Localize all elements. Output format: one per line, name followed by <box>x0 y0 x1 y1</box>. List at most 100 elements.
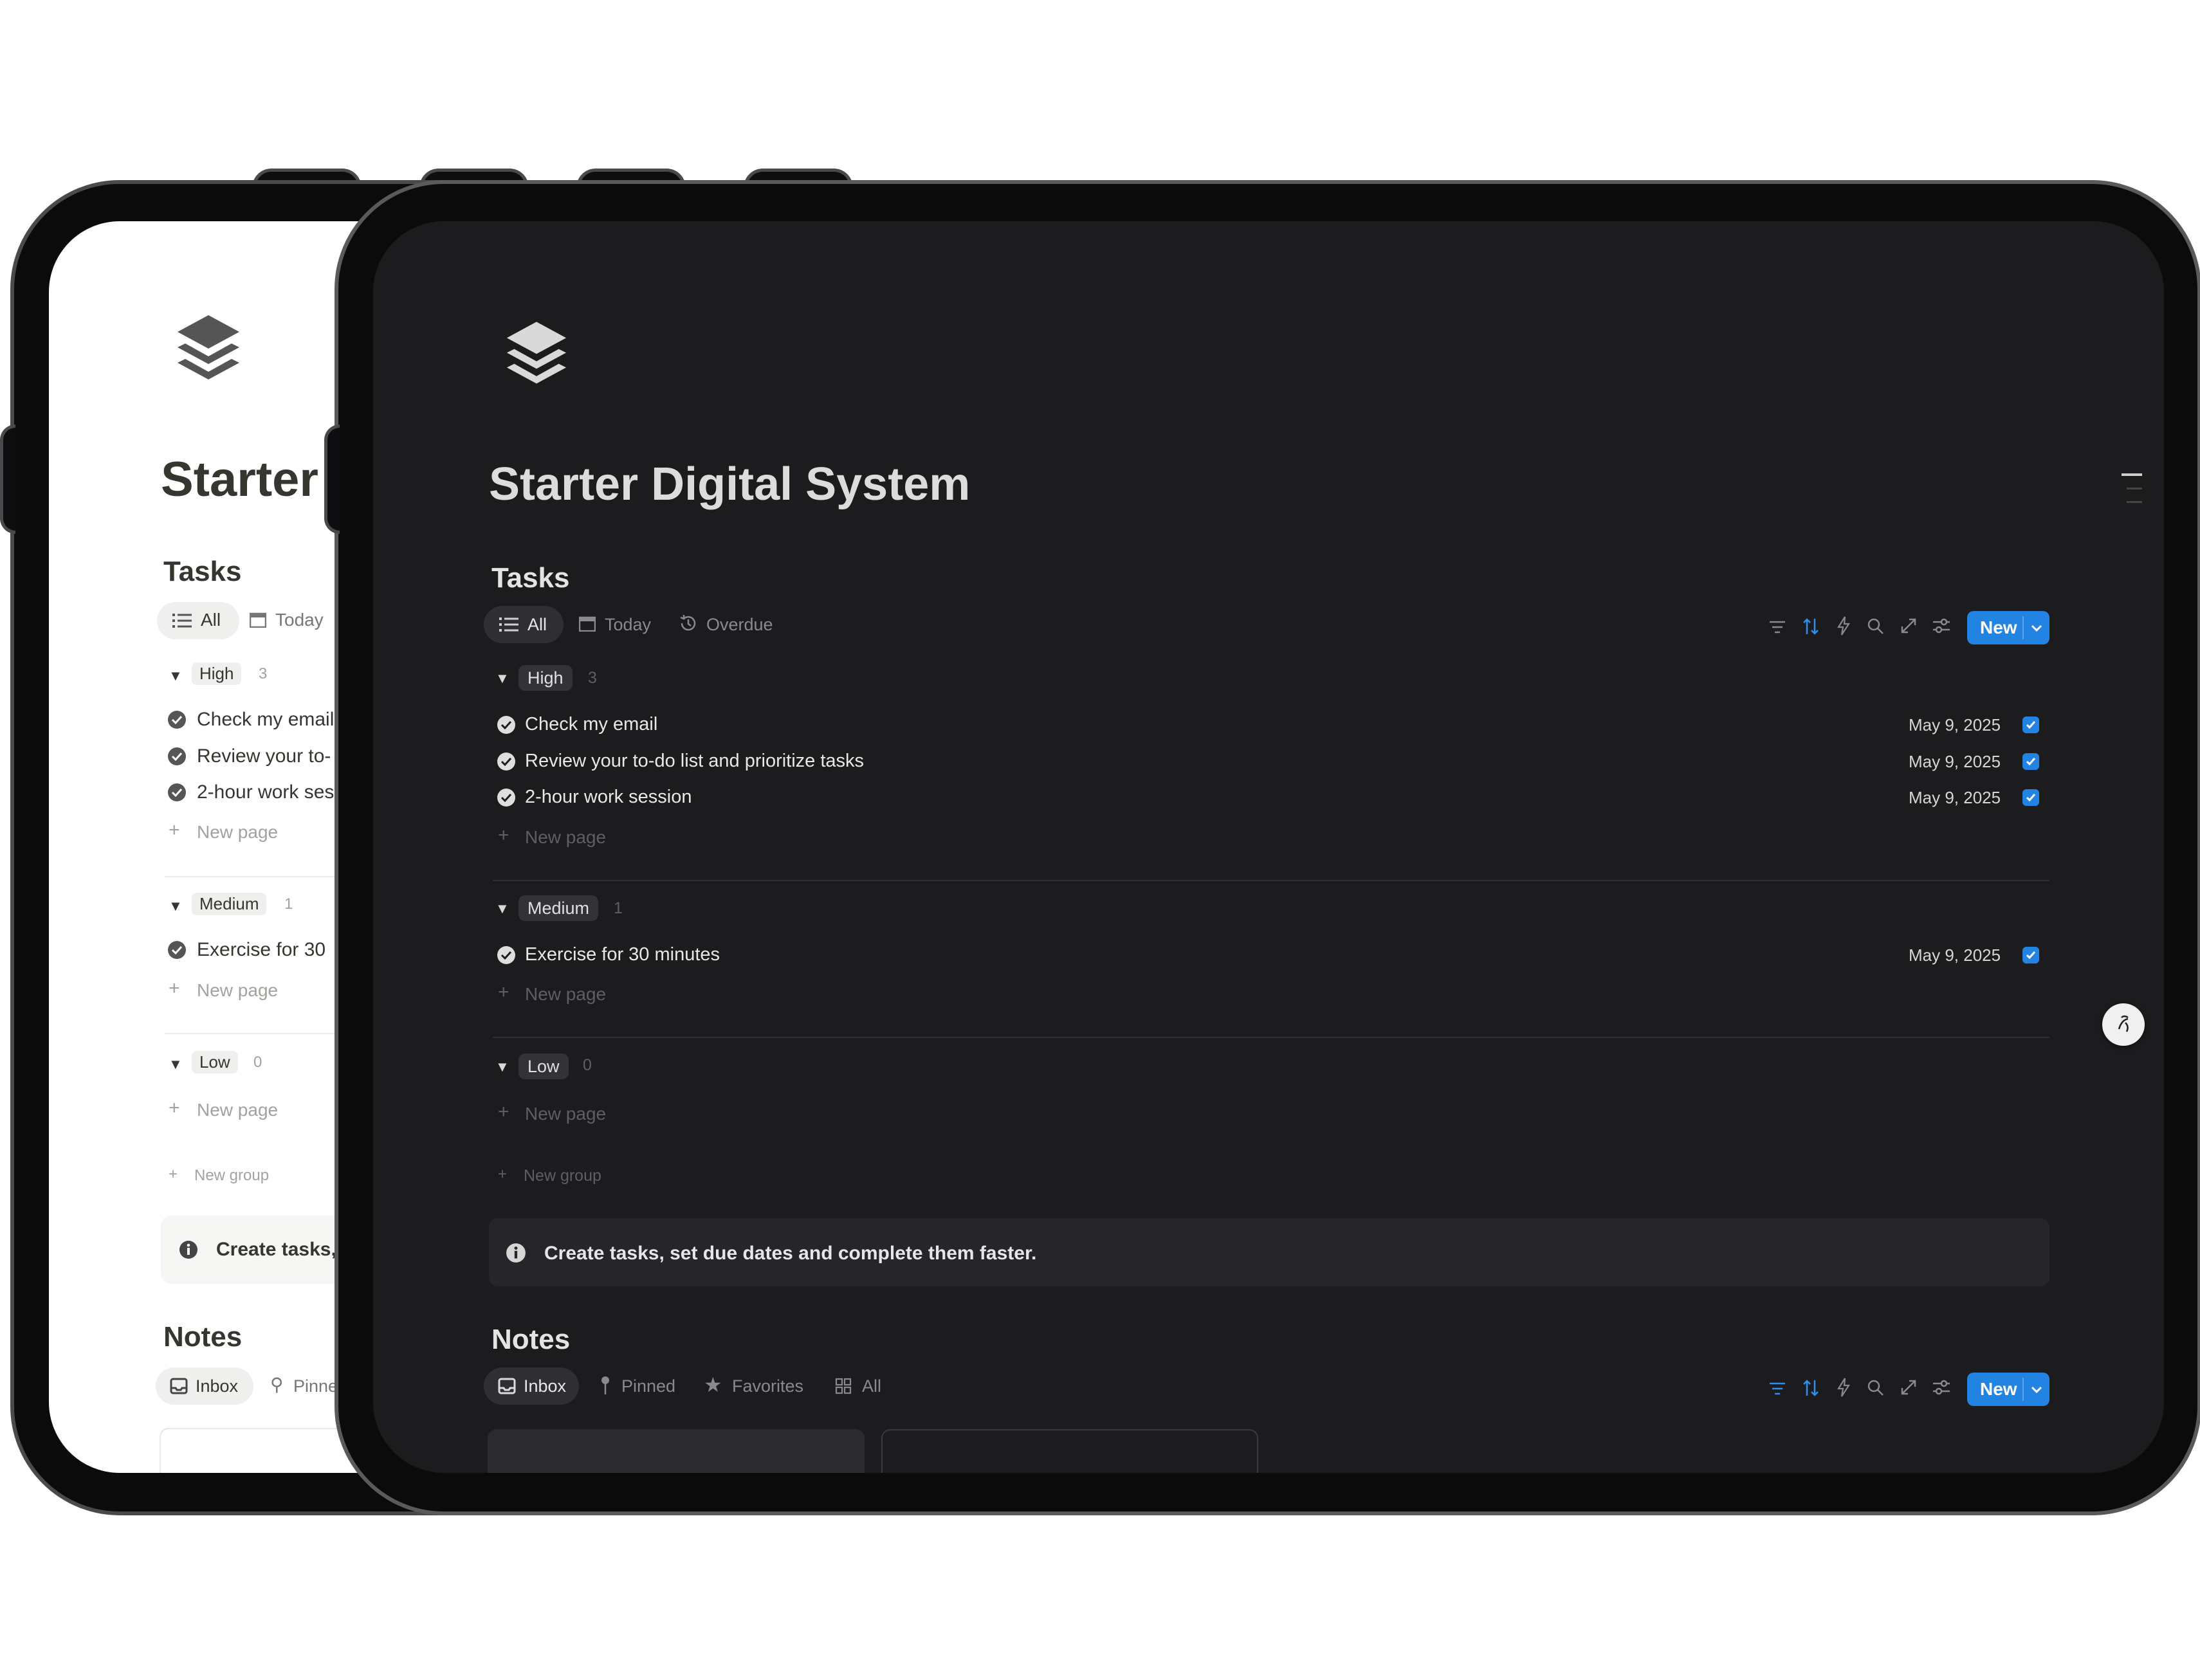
group-count: 0 <box>253 1054 262 1071</box>
new-page-button[interactable]: New page <box>525 1104 606 1124</box>
task-due-date: May 9, 2025 <box>1909 715 2001 735</box>
expand-icon[interactable] <box>1900 1379 1917 1396</box>
plus-icon: + <box>498 1101 509 1122</box>
task-title[interactable]: 2-hour work ses <box>197 781 334 803</box>
help-icon <box>2118 1015 2129 1032</box>
callout-text: Create tasks, <box>216 1239 336 1260</box>
check-circle-icon <box>167 783 187 802</box>
group-toggle-icon[interactable]: ▼ <box>169 898 183 915</box>
task-done-checkbox[interactable] <box>2022 753 2039 770</box>
new-page-button[interactable]: New page <box>197 822 278 843</box>
lightning-icon[interactable] <box>1837 1378 1850 1397</box>
pin-icon <box>600 1375 611 1396</box>
group-toggle-icon[interactable]: ▼ <box>495 900 509 917</box>
layers-logo-icon <box>176 315 241 391</box>
plus-icon: + <box>498 982 509 1003</box>
page-title: Starter Digital System <box>489 459 971 510</box>
settings-icon[interactable] <box>1932 1379 1950 1396</box>
history-icon <box>678 614 697 633</box>
group-count: 1 <box>614 899 623 917</box>
note-card[interactable] <box>488 1429 865 1473</box>
group-tag-high: High <box>192 662 242 685</box>
check-circle-icon <box>497 945 516 965</box>
tab-all-label[interactable]: All <box>527 615 547 635</box>
plus-icon: + <box>169 1097 180 1118</box>
chevron-down-icon[interactable] <box>2029 620 2044 635</box>
task-title[interactable]: Exercise for 30 <box>197 939 325 961</box>
group-tag-low: Low <box>518 1054 569 1079</box>
task-title[interactable]: Exercise for 30 minutes <box>525 944 720 965</box>
search-icon[interactable] <box>1867 617 1885 635</box>
calendar-icon <box>579 615 596 632</box>
new-group-button[interactable]: New group <box>194 1167 269 1185</box>
group-toggle-icon[interactable]: ▼ <box>495 670 509 687</box>
chevron-down-icon[interactable] <box>2029 1382 2044 1397</box>
tab-overdue-label[interactable]: Overdue <box>706 615 773 635</box>
search-icon[interactable] <box>1867 1379 1885 1397</box>
task-title[interactable]: Check my email <box>525 714 657 735</box>
new-page-button[interactable]: New page <box>525 984 606 1005</box>
check-circle-icon <box>167 747 187 766</box>
list-icon <box>172 614 192 628</box>
plus-icon: + <box>169 978 180 999</box>
outline-indicator[interactable] <box>2122 473 2142 503</box>
group-toggle-icon[interactable]: ▼ <box>169 1056 183 1073</box>
task-title[interactable]: 2-hour work session <box>525 787 692 808</box>
task-due-date: May 9, 2025 <box>1909 752 2001 771</box>
task-title[interactable]: Review your to- <box>197 745 331 767</box>
tab-today-label[interactable]: Today <box>605 615 651 635</box>
task-done-checkbox[interactable] <box>2022 947 2039 963</box>
task-due-date: May 9, 2025 <box>1909 788 2001 807</box>
new-page-button[interactable]: New page <box>197 980 278 1001</box>
new-note-label: New <box>1980 1379 2017 1399</box>
check-circle-icon <box>167 710 187 729</box>
group-divider <box>493 1037 2049 1038</box>
calendar-icon <box>250 611 266 628</box>
notes-heading: Notes <box>163 1321 243 1353</box>
filter-icon[interactable] <box>1769 620 1786 634</box>
notes-heading: Notes <box>491 1324 571 1355</box>
sort-icon[interactable] <box>1802 617 1819 635</box>
task-done-checkbox[interactable] <box>2022 717 2039 733</box>
check-circle-icon <box>497 715 516 735</box>
help-button[interactable] <box>2102 1003 2145 1046</box>
group-toggle-icon[interactable]: ▼ <box>169 668 183 684</box>
tab-inbox-label[interactable]: Inbox <box>524 1376 566 1396</box>
task-title[interactable]: Check my email <box>197 709 334 731</box>
tab-all-notes-label[interactable]: All <box>862 1376 881 1396</box>
device-side-button <box>324 425 340 534</box>
pin-icon: ⚲ <box>270 1374 284 1394</box>
tab-all[interactable] <box>484 606 564 643</box>
task-title[interactable]: Review your to-do list and prioritize ta… <box>525 751 864 772</box>
check-circle-icon <box>167 940 187 960</box>
new-note-button[interactable]: New <box>1967 1373 2049 1406</box>
tab-pinned-label[interactable]: Pinned <box>621 1376 675 1396</box>
info-icon <box>506 1243 526 1263</box>
expand-icon[interactable] <box>1900 617 1917 634</box>
tab-favorites-label[interactable]: Favorites <box>732 1376 803 1396</box>
group-toggle-icon[interactable]: ▼ <box>495 1059 509 1075</box>
tab-pinned-label[interactable]: Pinne <box>293 1376 338 1396</box>
new-page-button[interactable]: New page <box>197 1100 278 1120</box>
new-page-button[interactable]: New page <box>525 827 606 848</box>
task-done-checkbox[interactable] <box>2022 789 2039 806</box>
group-divider <box>493 880 2049 881</box>
new-task-button[interactable]: New <box>1967 611 2049 644</box>
tab-all-label[interactable]: All <box>201 610 221 630</box>
group-tag-low: Low <box>192 1051 238 1073</box>
settings-icon[interactable] <box>1932 617 1950 634</box>
tab-all-bg[interactable] <box>157 602 239 639</box>
group-tag-medium: Medium <box>192 893 267 915</box>
inbox-icon <box>498 1378 516 1394</box>
group-count: 1 <box>284 895 293 913</box>
group-count: 0 <box>583 1056 592 1074</box>
filter-icon[interactable] <box>1769 1382 1786 1396</box>
sort-icon[interactable] <box>1802 1379 1819 1397</box>
new-group-button[interactable]: New group <box>524 1167 601 1185</box>
group-tag-medium: Medium <box>518 895 599 921</box>
lightning-icon[interactable] <box>1837 616 1850 635</box>
tab-today-label[interactable]: Today <box>275 610 324 630</box>
tab-inbox-label[interactable]: Inbox <box>196 1376 238 1396</box>
note-card[interactable] <box>881 1429 1258 1473</box>
group-count: 3 <box>259 665 268 682</box>
